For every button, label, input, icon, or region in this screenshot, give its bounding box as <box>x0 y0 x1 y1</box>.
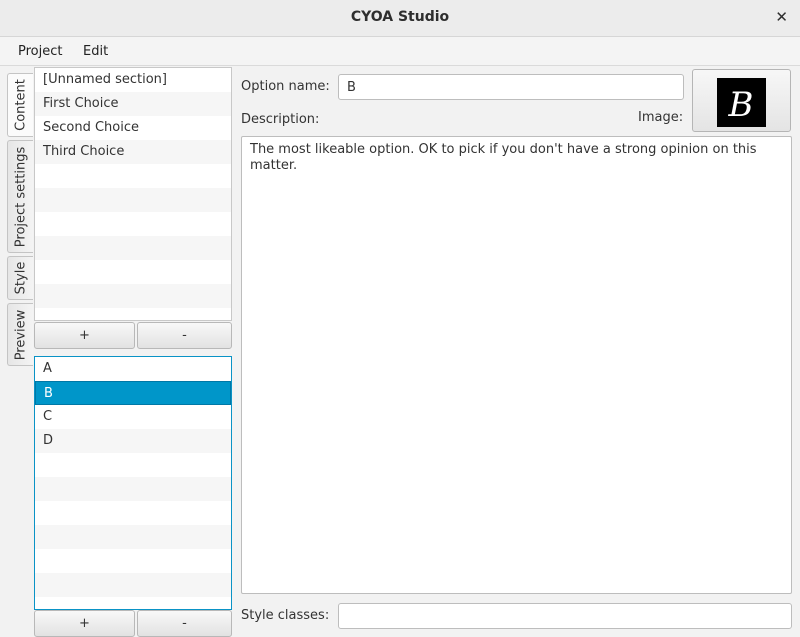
options-list[interactable]: A B C D <box>34 356 232 610</box>
list-item[interactable]: Second Choice <box>35 116 231 140</box>
empty-row <box>35 212 231 236</box>
list-item[interactable]: Third Choice <box>35 140 231 164</box>
empty-row <box>35 549 231 573</box>
menu-bar: Project Edit <box>0 37 800 66</box>
list-item[interactable]: A <box>35 357 231 381</box>
tab-style[interactable]: Style <box>7 256 33 300</box>
description-label: Description: <box>241 112 320 127</box>
remove-section-button[interactable]: - <box>137 322 232 349</box>
empty-row <box>35 260 231 284</box>
empty-row <box>35 284 231 308</box>
image-label: Image: <box>638 110 684 125</box>
empty-row <box>35 188 231 212</box>
empty-row <box>35 453 231 477</box>
add-section-button[interactable]: + <box>34 322 135 349</box>
side-tab-strip: Content Project settings Style Preview <box>0 66 34 637</box>
tab-project-settings-label: Project settings <box>13 146 28 247</box>
list-item[interactable]: C <box>35 405 231 429</box>
empty-row <box>35 236 231 260</box>
window-title: CYOA Studio <box>350 9 450 25</box>
option-image-thumbnail: B <box>717 78 766 127</box>
menu-project[interactable]: Project <box>18 44 62 59</box>
option-image-letter: B <box>728 85 754 125</box>
list-item[interactable]: First Choice <box>35 92 231 116</box>
empty-row <box>35 525 231 549</box>
tab-content-label: Content <box>13 79 28 131</box>
empty-row <box>35 164 231 188</box>
style-classes-label: Style classes: <box>241 608 330 623</box>
tab-style-label: Style <box>13 261 28 295</box>
empty-row <box>35 573 231 597</box>
add-option-button[interactable]: + <box>34 610 135 637</box>
empty-row <box>35 597 231 609</box>
tab-content[interactable]: Content <box>7 73 33 137</box>
option-name-input[interactable] <box>338 74 684 100</box>
list-item[interactable]: D <box>35 429 231 453</box>
title-bar: CYOA Studio ✕ <box>0 0 800 37</box>
image-picker-button[interactable]: B <box>692 69 791 132</box>
tab-preview[interactable]: Preview <box>7 303 33 366</box>
description-textarea[interactable]: The most likeable option. OK to pick if … <box>241 136 792 594</box>
tab-preview-label: Preview <box>13 309 28 360</box>
empty-row <box>35 501 231 525</box>
tab-project-settings[interactable]: Project settings <box>7 140 33 253</box>
empty-row <box>35 477 231 501</box>
remove-option-button[interactable]: - <box>137 610 232 637</box>
menu-edit[interactable]: Edit <box>83 44 108 59</box>
empty-row <box>35 308 231 320</box>
list-item-selected[interactable]: B <box>35 381 231 405</box>
list-item[interactable]: [Unnamed section] <box>35 68 231 92</box>
style-classes-input[interactable] <box>338 603 792 629</box>
close-icon[interactable]: ✕ <box>775 8 788 26</box>
option-name-label: Option name: <box>241 79 330 94</box>
sections-list[interactable]: [Unnamed section] First Choice Second Ch… <box>34 67 232 321</box>
option-image-glyph: B <box>728 85 754 125</box>
